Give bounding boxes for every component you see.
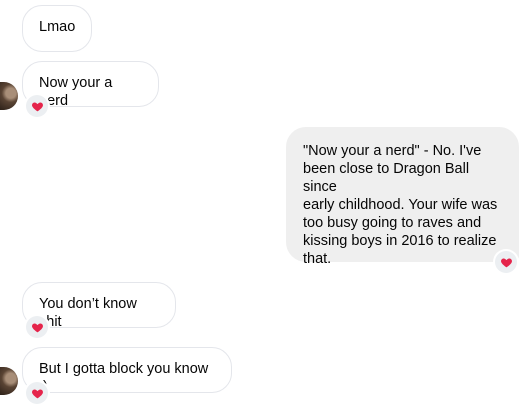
heart-icon xyxy=(31,388,43,398)
reaction-badge[interactable] xyxy=(495,251,517,273)
message-text: You don’t know shit xyxy=(39,296,137,330)
message-bubble[interactable]: But I gotta block you know :) xyxy=(22,347,232,395)
message-text: Now your a nerd xyxy=(39,75,113,109)
heart-icon xyxy=(31,322,43,332)
avatar[interactable] xyxy=(0,367,18,395)
message-line: been close to Dragon Ball since xyxy=(303,161,470,195)
heart-icon xyxy=(31,101,43,111)
message-line: too busy going to raves and xyxy=(303,215,482,231)
message-thread: Lmao Now your a nerd "Now your a nerd" -… xyxy=(0,0,521,409)
message-line: that. xyxy=(303,251,332,267)
message-bubble[interactable]: Lmao xyxy=(22,5,92,52)
reaction-badge[interactable] xyxy=(26,95,48,117)
message-bubble-sent[interactable]: "Now your a nerd" - No. I've been close … xyxy=(286,127,519,267)
reaction-badge[interactable] xyxy=(26,316,48,338)
message-text: Lmao xyxy=(39,19,76,35)
avatar[interactable] xyxy=(0,82,18,110)
message-text: But I gotta block you know :) xyxy=(39,361,209,395)
heart-icon xyxy=(500,257,512,267)
message-line: kissing boys in 2016 to realize xyxy=(303,233,497,249)
message-line: early childhood. Your wife was xyxy=(303,197,498,213)
reaction-badge[interactable] xyxy=(26,382,48,404)
message-line: "Now your a nerd" - No. I've xyxy=(303,143,482,159)
